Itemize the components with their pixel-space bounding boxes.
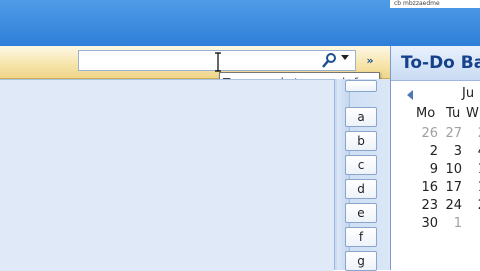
header-label: cb mbzzaedme xyxy=(390,0,480,8)
todo-bar-header[interactable]: To-Do Ba xyxy=(391,46,480,81)
index-button-d[interactable]: d xyxy=(345,179,377,199)
calendar-day[interactable]: 3 xyxy=(442,144,462,160)
calendar-month-label: Ju xyxy=(462,86,475,101)
calendar-day[interactable]: 1 xyxy=(442,216,462,232)
search-icon[interactable] xyxy=(321,52,337,69)
calendar-day[interactable]: 2 xyxy=(418,144,438,160)
calendar-day[interactable]: 30 xyxy=(418,216,438,232)
calendar-day[interactable]: 1 xyxy=(466,180,480,196)
index-button-g[interactable]: g xyxy=(345,251,377,271)
search-input[interactable] xyxy=(79,51,331,70)
calendar-day[interactable]: 2 xyxy=(466,126,480,142)
calendar-day[interactable]: 23 xyxy=(418,198,438,214)
weekday-we: W xyxy=(466,106,479,121)
todo-bar-title: To-Do Ba xyxy=(401,53,480,73)
index-button-f[interactable]: f xyxy=(345,227,377,247)
calendar-day[interactable]: 1 xyxy=(466,162,480,178)
expand-query-builder-button[interactable]: » xyxy=(362,51,378,71)
calendar-day[interactable]: 10 xyxy=(442,162,462,178)
calendar-day[interactable]: 26 xyxy=(418,126,438,142)
calendar-day[interactable]: 17 xyxy=(442,180,462,196)
previous-month-icon[interactable] xyxy=(407,90,413,100)
index-button-b[interactable]: b xyxy=(345,131,377,151)
text-cursor-icon xyxy=(215,52,221,72)
calendar-day[interactable]: 2 xyxy=(466,198,480,214)
calendar-day[interactable]: 16 xyxy=(418,180,438,196)
calendar-day[interactable]: 24 xyxy=(442,198,462,214)
index-button-e[interactable]: e xyxy=(345,203,377,223)
weekday-mo: Mo xyxy=(416,106,436,121)
calendar-day[interactable]: 4 xyxy=(466,144,480,160)
index-button-a[interactable]: a xyxy=(345,107,377,127)
message-list-pane[interactable] xyxy=(0,79,334,271)
search-options-dropdown-icon[interactable] xyxy=(341,55,349,60)
index-button-c[interactable]: c xyxy=(345,155,377,175)
calendar-day[interactable]: 27 xyxy=(442,126,462,142)
calendar-day[interactable]: 9 xyxy=(418,162,438,178)
index-button-top[interactable] xyxy=(345,80,377,92)
weekday-tu: Tu xyxy=(446,106,461,121)
